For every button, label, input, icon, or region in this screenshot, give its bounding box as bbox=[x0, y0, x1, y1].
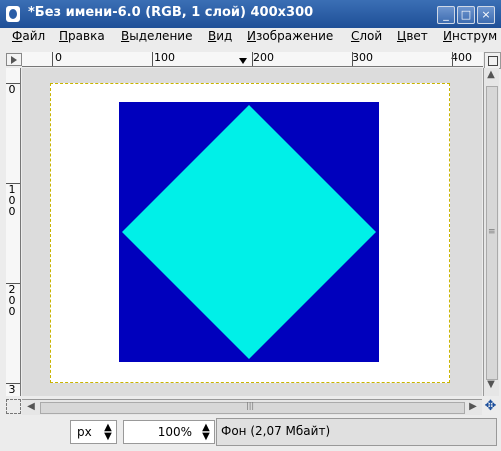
ruler-tick bbox=[6, 383, 20, 384]
window-title: *Без имени-6.0 (RGB, 1 слой) 400x300 bbox=[28, 5, 314, 20]
ruler-tick bbox=[352, 52, 353, 66]
image-canvas[interactable] bbox=[50, 83, 450, 383]
ruler-label: 1 0 0 bbox=[8, 183, 16, 218]
cyan-diamond bbox=[122, 105, 376, 359]
scroll-right-icon[interactable]: ▶ bbox=[466, 402, 480, 412]
ruler-label: 0 bbox=[55, 52, 62, 64]
ruler-label: 100 bbox=[154, 52, 175, 64]
gimp-icon bbox=[6, 6, 20, 22]
scroll-down-icon[interactable]: ▼ bbox=[484, 380, 498, 390]
minimize-icon: _ bbox=[443, 8, 449, 21]
menu-image[interactable]: Изображение bbox=[247, 29, 333, 43]
image-menu-button[interactable] bbox=[6, 53, 22, 66]
chevron-updown-icon: ▲ ▼ bbox=[104, 422, 112, 442]
zoom-selector[interactable]: 100% ▲ ▼ bbox=[123, 420, 215, 444]
close-icon: × bbox=[481, 8, 491, 21]
status-message: Фон (2,07 Мбайт) bbox=[216, 418, 497, 446]
unit-value: px bbox=[77, 425, 92, 439]
minimize-button[interactable]: _ bbox=[437, 6, 455, 24]
menu-color[interactable]: Цвет bbox=[397, 29, 428, 43]
vertical-ruler[interactable]: 0 1 0 0 2 0 0 3 bbox=[6, 68, 21, 396]
ruler-tick bbox=[152, 52, 153, 66]
menu-tools[interactable]: Инструм bbox=[443, 29, 497, 43]
zoom-value: 100% bbox=[157, 425, 192, 439]
close-button[interactable]: × bbox=[477, 6, 495, 24]
image-viewport[interactable] bbox=[22, 68, 482, 396]
ruler-label: 2 0 0 bbox=[8, 283, 16, 318]
ruler-tick bbox=[6, 183, 20, 184]
navigate-icon[interactable]: ✥ bbox=[483, 399, 498, 414]
menu-bar: Файл Правка Выделение Вид Изображение Сл… bbox=[0, 28, 501, 46]
ruler-label: 200 bbox=[253, 52, 274, 64]
ruler-position-marker bbox=[239, 58, 247, 64]
menu-layer[interactable]: Слой bbox=[351, 29, 382, 43]
ruler-tick bbox=[6, 283, 20, 284]
ruler-label: 300 bbox=[352, 52, 373, 64]
menu-file[interactable]: Файл bbox=[12, 29, 45, 43]
horizontal-ruler[interactable]: 0 100 200 300 400 bbox=[22, 52, 483, 67]
title-bar: *Без имени-6.0 (RGB, 1 слой) 400x300 _ □… bbox=[0, 0, 501, 28]
menu-select[interactable]: Выделение bbox=[121, 29, 192, 43]
menu-edit[interactable]: Правка bbox=[59, 29, 105, 43]
unit-selector[interactable]: px ▲ ▼ bbox=[70, 420, 117, 444]
ruler-tick bbox=[452, 52, 453, 66]
scroll-up-icon[interactable]: ▲ bbox=[484, 70, 498, 80]
maximize-button[interactable]: □ bbox=[457, 6, 475, 24]
chevron-updown-icon: ▲ ▼ bbox=[202, 422, 210, 442]
ruler-label: 3 bbox=[8, 383, 16, 396]
status-text: Фон (2,07 Мбайт) bbox=[221, 424, 331, 438]
vertical-scroll-thumb[interactable] bbox=[486, 86, 498, 380]
ruler-tick bbox=[52, 52, 53, 66]
horizontal-scroll-thumb[interactable] bbox=[40, 401, 465, 414]
blue-square bbox=[119, 102, 379, 362]
maximize-icon: □ bbox=[460, 8, 472, 21]
menu-view[interactable]: Вид bbox=[208, 29, 232, 43]
vertical-scrollbar[interactable]: ▲ ▼ bbox=[483, 68, 499, 396]
scroll-left-icon[interactable]: ◀ bbox=[24, 402, 38, 412]
quick-mask-toggle[interactable] bbox=[6, 399, 21, 414]
horizontal-scrollbar[interactable]: ◀ ▶ bbox=[22, 399, 482, 415]
navigate-icon[interactable] bbox=[484, 52, 501, 69]
ruler-tick bbox=[6, 83, 20, 84]
ruler-tick bbox=[252, 52, 253, 66]
ruler-label: 400 bbox=[451, 52, 472, 64]
ruler-label: 0 bbox=[8, 83, 16, 96]
